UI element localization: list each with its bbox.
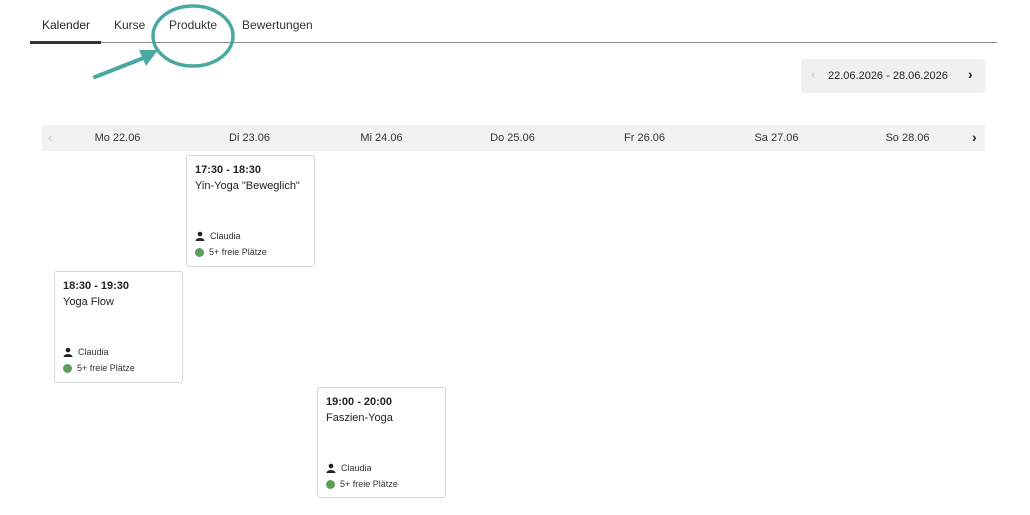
tab-kalender[interactable]: Kalender bbox=[42, 18, 90, 32]
active-tab-indicator bbox=[30, 41, 101, 44]
event-card[interactable]: 18:30 - 19:30 Yoga Flow Claudia 5+ freie… bbox=[54, 271, 183, 383]
event-title: Yoga Flow bbox=[63, 296, 114, 308]
event-trainer: Claudia bbox=[326, 463, 372, 473]
event-card[interactable]: 17:30 - 18:30 Yin-Yoga "Beweglich" Claud… bbox=[186, 155, 315, 267]
green-dot-icon bbox=[326, 479, 335, 489]
availability-text: 5+ freie Plätze bbox=[77, 363, 135, 373]
trainer-name: Claudia bbox=[341, 463, 372, 473]
event-title: Faszien-Yoga bbox=[326, 412, 393, 424]
day-header-mo: Mo 22.06 bbox=[94, 132, 141, 144]
chevron-right-icon[interactable]: › bbox=[972, 129, 977, 145]
event-time: 18:30 - 19:30 bbox=[63, 280, 130, 292]
day-header-so: So 28.06 bbox=[885, 132, 930, 144]
event-trainer: Claudia bbox=[195, 231, 241, 241]
tab-bar: Kalender Kurse Produkte Bewertungen bbox=[30, 10, 997, 44]
day-header-fr: Fr 26.06 bbox=[624, 132, 665, 144]
trainer-name: Claudia bbox=[78, 347, 109, 357]
event-trainer: Claudia bbox=[63, 347, 109, 357]
event-time: 19:00 - 20:00 bbox=[326, 396, 393, 408]
event-time: 17:30 - 18:30 bbox=[195, 164, 262, 176]
availability-text: 5+ freie Plätze bbox=[340, 479, 398, 489]
day-header-di: Di 23.06 bbox=[229, 132, 270, 144]
day-header-mi: Mi 24.06 bbox=[360, 132, 403, 144]
person-icon bbox=[195, 231, 205, 241]
person-icon bbox=[326, 463, 336, 473]
tab-produkte[interactable]: Produkte bbox=[169, 18, 217, 32]
event-title: Yin-Yoga "Beweglich" bbox=[195, 180, 300, 192]
event-availability: 5+ freie Plätze bbox=[195, 247, 267, 257]
date-range-label: 22.06.2026 - 28.06.2026 bbox=[828, 70, 948, 82]
tab-kurse[interactable]: Kurse bbox=[114, 18, 145, 32]
chevron-left-icon[interactable]: ‹ bbox=[811, 67, 815, 82]
green-dot-icon bbox=[195, 247, 204, 257]
green-dot-icon bbox=[63, 363, 72, 373]
person-icon bbox=[63, 347, 73, 357]
trainer-name: Claudia bbox=[210, 231, 241, 241]
tab-bewertungen[interactable]: Bewertungen bbox=[242, 18, 313, 32]
event-availability: 5+ freie Plätze bbox=[63, 363, 135, 373]
week-day-bar: ‹ Mo 22.06 Di 23.06 Mi 24.06 Do 25.06 Fr… bbox=[42, 125, 985, 151]
date-range-selector: ‹ 22.06.2026 - 28.06.2026 › bbox=[801, 59, 985, 93]
pointer-arrow-line bbox=[93, 55, 148, 79]
day-header-sa: Sa 27.06 bbox=[754, 132, 799, 144]
event-availability: 5+ freie Plätze bbox=[326, 479, 398, 489]
availability-text: 5+ freie Plätze bbox=[209, 247, 267, 257]
event-card[interactable]: 19:00 - 20:00 Faszien-Yoga Claudia 5+ fr… bbox=[317, 387, 446, 498]
day-header-do: Do 25.06 bbox=[490, 132, 535, 144]
chevron-right-icon[interactable]: › bbox=[968, 66, 973, 82]
pointer-arrow-head bbox=[139, 50, 158, 66]
